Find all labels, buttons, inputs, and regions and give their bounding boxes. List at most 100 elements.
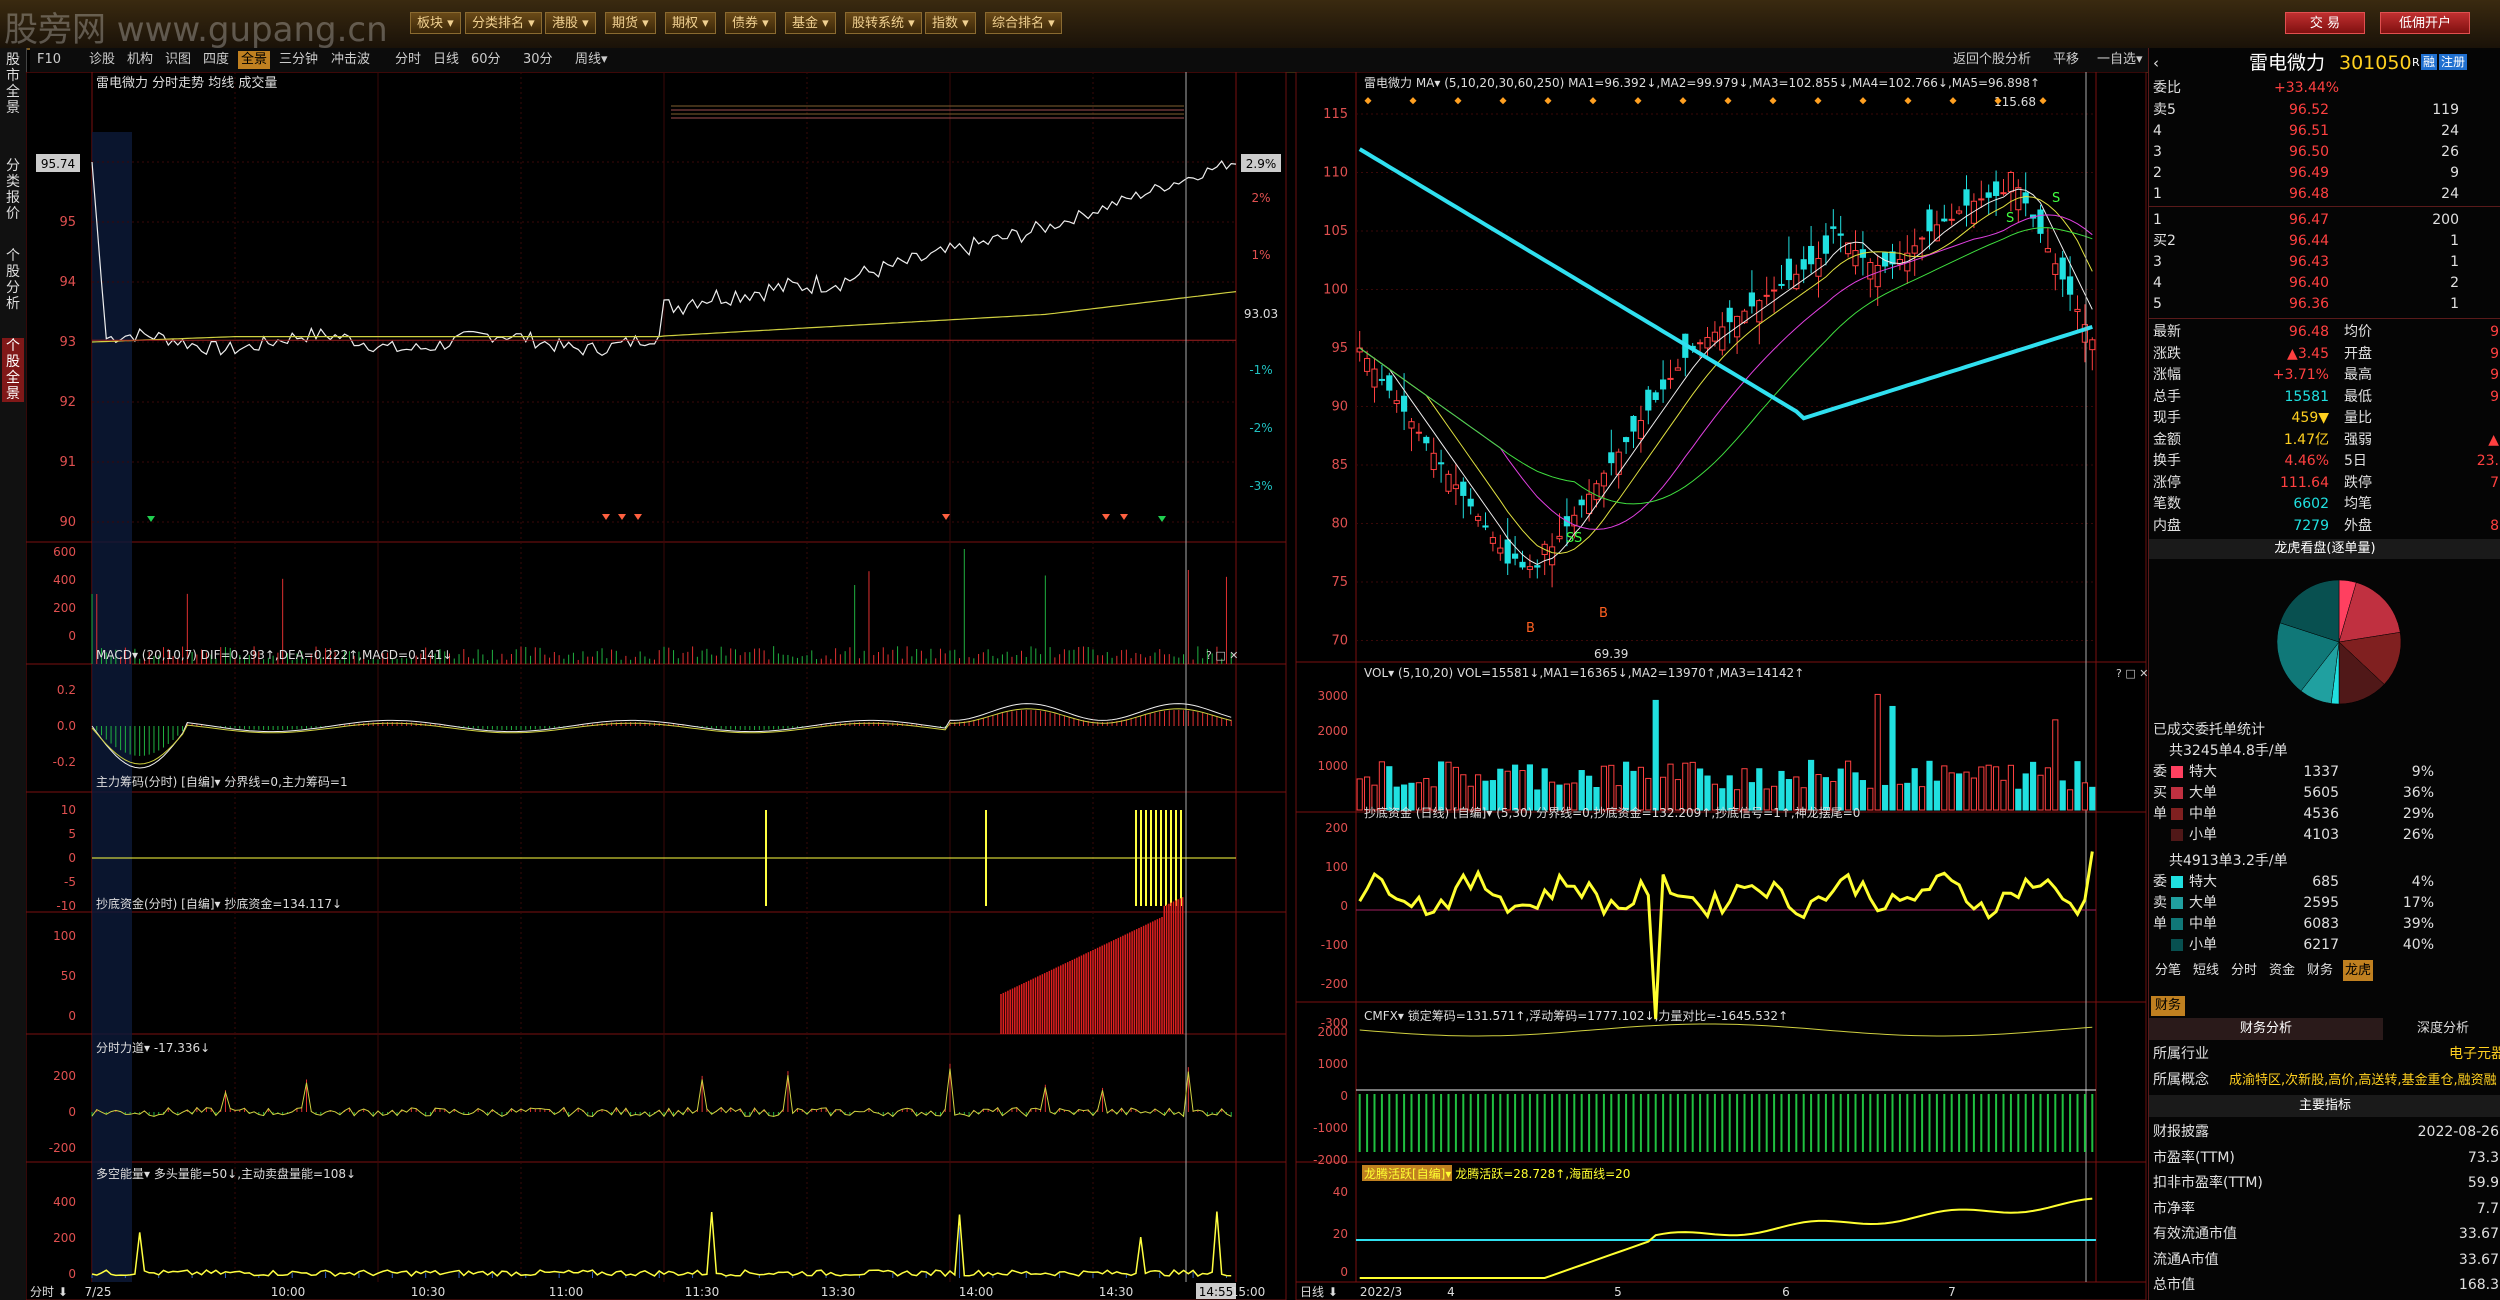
fin-analysis-tab[interactable]: 财务分析 — [2149, 1018, 2383, 1040]
order-volume: 685 — [2312, 874, 2339, 890]
fin-row-label: 财报披露 — [2153, 1124, 2209, 1140]
time-label: 13:30 — [821, 1285, 856, 1299]
kline-vol-bar — [1541, 768, 1548, 811]
quote-tab-1[interactable]: 短线 — [2191, 960, 2221, 981]
fl-label: 200 — [53, 1069, 76, 1083]
quote-tab-4[interactable]: 财务 — [2305, 960, 2335, 981]
kline-vol-bar — [2059, 780, 2066, 811]
bid-level-label: 3 — [2153, 254, 2162, 270]
vol-label: 600 — [53, 545, 76, 559]
bid-price: 96.36 — [2289, 296, 2330, 312]
candle-body — [1941, 218, 1948, 222]
legend-swatch — [2171, 829, 2183, 841]
kline-vol-bar — [1578, 770, 1585, 811]
industry-value: 电子元器 — [2449, 1046, 2500, 1062]
toolbar-item-20[interactable]: 综合排名 ▾ — [985, 12, 1062, 34]
kline-price-label: 90 — [1331, 400, 1348, 415]
subbar-right-item-1[interactable]: 平移 — [2050, 51, 2082, 69]
kline-vol-bar — [1963, 771, 1970, 811]
back-chevron-icon[interactable]: ‹ — [2153, 50, 2159, 76]
stat-value: 15581 — [2284, 388, 2329, 405]
stat-value: 8 — [2490, 517, 2499, 534]
subbar-item-10[interactable]: 60分 — [468, 51, 504, 69]
deep-analysis-tab[interactable]: 深度分析 — [2385, 1018, 2500, 1040]
subbar-item-2[interactable]: 机构 — [124, 51, 156, 69]
trade-button[interactable]: 交 易 — [2285, 12, 2365, 34]
candle-body — [1674, 367, 1681, 371]
subbar-right-item-2[interactable]: 一自选▾ — [2094, 51, 2146, 69]
subbar-item-12[interactable]: 周线▾ — [572, 51, 611, 69]
kline-vol-bar — [1704, 775, 1711, 811]
order-size-name: 中单 — [2189, 916, 2217, 932]
kline-vol-label: 1000 — [1317, 759, 1348, 773]
bid-volume: 1 — [2450, 233, 2459, 249]
fin-row-value: 59.9 — [2467, 1175, 2499, 1191]
subbar-item-5[interactable]: 全景 — [238, 51, 271, 69]
open-account-button[interactable]: 低佣开户 — [2380, 12, 2470, 34]
bid-price: 96.43 — [2289, 254, 2330, 270]
quote-tab-0[interactable]: 分笔 — [2153, 960, 2183, 981]
toolbar-item-12[interactable]: 分类排名 ▾ — [465, 12, 542, 34]
toolbar-item-11[interactable]: 板块 ▾ — [410, 12, 461, 34]
kline-cd-label: -200 — [1321, 977, 1348, 991]
candle-body — [2037, 209, 2044, 234]
dk-title: 多空能量▾ 多头量能=50↓,主动卖盘量能=108↓ — [96, 1166, 356, 1181]
kline-vol-bar — [1667, 763, 1674, 811]
quote-tab-3[interactable]: 资金 — [2267, 960, 2297, 981]
quote-tab-2[interactable]: 分时 — [2229, 960, 2259, 981]
toolbar-item-18[interactable]: 股转系统 ▾ — [845, 12, 922, 34]
fin-row-label: 有效流通市值 — [2153, 1226, 2237, 1242]
watermark: 股旁网 www.gupang.cn — [4, 10, 388, 50]
subbar-item-9[interactable]: 日线 — [430, 51, 462, 69]
subbar-item-1[interactable]: 诊股 — [86, 51, 118, 69]
kline-vol-bar — [1926, 760, 1933, 811]
kline-vol-label: 2000 — [1317, 724, 1348, 738]
subbar-item-7[interactable]: 冲击波 — [328, 51, 373, 69]
stat-label: 笔数 — [2153, 496, 2181, 512]
stat-value: ▲ — [2488, 431, 2499, 448]
kline-price-label: 80 — [1331, 517, 1348, 532]
sidebar-item-market[interactable]: 股市全景 — [2, 52, 24, 116]
left-sidebar: 股市全景 分类报价 个股分析 个股全景 — [0, 48, 27, 1300]
toolbar-item-13[interactable]: 港股 ▾ — [545, 12, 596, 34]
kline-vol-bar — [1882, 784, 1889, 811]
candle-body — [1364, 358, 1371, 372]
toolbar-item-14[interactable]: 期货 ▾ — [605, 12, 656, 34]
subbar-item-8[interactable]: 分时 — [392, 51, 424, 69]
order-volume: 5605 — [2303, 785, 2339, 801]
stat-label: 金额 — [2153, 431, 2181, 448]
candle-body — [1556, 535, 1563, 540]
date-axis-prefix: 日线 ⬇ — [1300, 1285, 1338, 1299]
vol-title: VOL▾ (5,10,20) VOL=15581↓,MA1=16365↓,MA2… — [1364, 666, 1804, 680]
toolbar-item-17[interactable]: 基金 ▾ — [785, 12, 836, 34]
quote-tab-5[interactable]: 龙虎 — [2343, 960, 2374, 981]
bid-volume: 2 — [2450, 275, 2459, 291]
fin-tab[interactable]: 财务 — [2151, 996, 2186, 1016]
subbar-right-item-0[interactable]: 返回个股分析 — [1950, 51, 2034, 69]
buy-side-label: 委 — [2153, 764, 2167, 780]
subbar-item-6[interactable]: 三分钟 — [276, 51, 321, 69]
candle-body — [1645, 389, 1652, 411]
time-label: 7/25 — [85, 1285, 112, 1299]
kline-vol-bar — [1852, 772, 1859, 811]
sidebar-item-stock-panorama[interactable]: 个股全景 — [2, 338, 24, 402]
subbar-item-11[interactable]: 30分 — [520, 51, 556, 69]
kline-vol-bar — [1504, 770, 1511, 811]
kline-vol-bar — [1808, 759, 1815, 811]
toolbar-item-15[interactable]: 期权 ▾ — [665, 12, 716, 34]
sell-side-label: 单 — [2153, 916, 2167, 932]
subbar-item-4[interactable]: 四度 — [200, 51, 232, 69]
subbar-item-3[interactable]: 识图 — [162, 51, 194, 69]
stat-value: ▲3.45 — [2287, 345, 2329, 362]
toolbar-item-16[interactable]: 债券 ▾ — [725, 12, 776, 34]
subbar-item-0[interactable]: F10 — [34, 51, 64, 69]
cd-title: 抄底资金(分时) [自编]▾ 抄底资金=134.117↓ — [96, 896, 342, 911]
kline-vol-bar — [1948, 772, 1955, 811]
sidebar-item-category[interactable]: 分类报价 — [2, 158, 24, 222]
candle-body — [2007, 172, 2014, 193]
sidebar-item-stock-analysis[interactable]: 个股分析 — [2, 248, 24, 312]
toolbar-item-19[interactable]: 指数 ▾ — [925, 12, 976, 34]
kline-vol-bar — [1497, 768, 1504, 811]
lt-title: 龙腾活跃[自编]▾ 龙腾活跃=28.728↑,海面线=20 — [1364, 1166, 1630, 1181]
zl-title: 主力筹码(分时) [自编]▾ 分界线=0,主力筹码=1 — [96, 774, 348, 789]
